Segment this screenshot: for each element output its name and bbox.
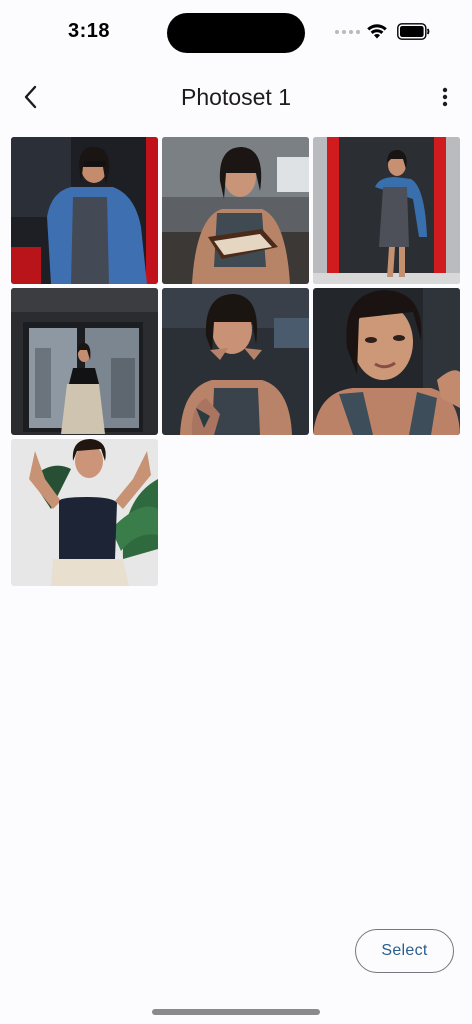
cellular-signal-icon	[335, 30, 360, 36]
battery-icon	[397, 23, 430, 40]
photo-image	[11, 439, 158, 586]
photo-grid	[11, 137, 460, 586]
dynamic-island	[167, 13, 305, 53]
wifi-icon	[367, 24, 387, 39]
photo-image	[162, 137, 309, 284]
photo-thumbnail[interactable]	[162, 288, 309, 435]
photo-image	[313, 288, 460, 435]
photo-thumbnail[interactable]	[11, 288, 158, 435]
app-header: Photoset 1	[0, 70, 472, 124]
home-indicator	[152, 1009, 320, 1015]
chevron-left-icon	[24, 85, 37, 109]
status-bar: 3:18	[0, 0, 472, 64]
status-time: 3:18	[68, 20, 111, 42]
photo-image	[162, 288, 309, 435]
photo-thumbnail[interactable]	[11, 137, 158, 284]
photo-image	[11, 288, 158, 435]
more-vertical-icon	[442, 87, 448, 107]
page-title: Photoset 1	[181, 83, 291, 110]
more-options-button[interactable]	[430, 80, 460, 114]
photo-thumbnail[interactable]	[313, 288, 460, 435]
photo-thumbnail[interactable]	[162, 137, 309, 284]
photo-image	[11, 137, 158, 284]
photo-thumbnail[interactable]	[11, 439, 158, 586]
photoset-screen: 3:18 Photoset 1 Select	[0, 0, 472, 1024]
photo-image	[313, 137, 460, 284]
back-button[interactable]	[14, 80, 48, 114]
select-button[interactable]: Select	[355, 929, 454, 973]
photo-thumbnail[interactable]	[313, 137, 460, 284]
